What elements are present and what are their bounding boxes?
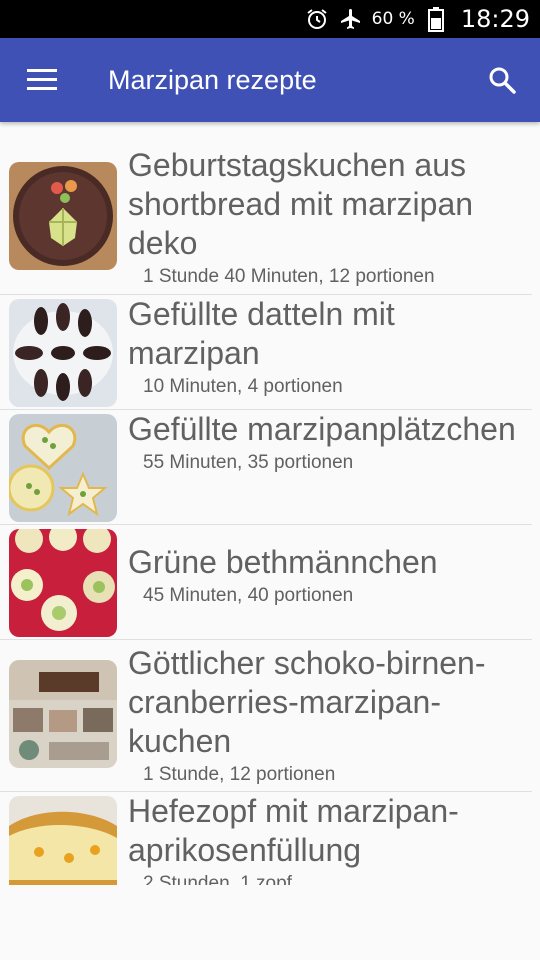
recipe-title: Grüne bethmännchen bbox=[128, 544, 438, 580]
recipe-item[interactable]: Grüne bethmännchen 45 Minuten, 40 portio… bbox=[0, 525, 532, 640]
recipe-title: Geburtstagskuchen aus shortbread mit mar… bbox=[128, 147, 474, 261]
battery-icon bbox=[423, 6, 449, 32]
app-title: Marzipan rezepte bbox=[108, 64, 317, 95]
recipe-meta: 1 Stunde 40 Minuten, 12 portionen bbox=[143, 266, 435, 287]
recipe-thumbnail bbox=[9, 660, 117, 768]
search-icon bbox=[489, 67, 516, 94]
recipe-title: Gefüllte datteln mit marzipan bbox=[128, 296, 395, 371]
recipe-meta: 2 Stunden, 1 zopf bbox=[143, 873, 292, 885]
recipe-item[interactable]: Gefüllte marzipanplätzchen 55 Minuten, 3… bbox=[0, 410, 532, 525]
recipe-list[interactable]: Geburtstagskuchen aus shortbread mit mar… bbox=[0, 122, 540, 885]
recipe-title: Gefüllte marzipanplätzchen bbox=[128, 411, 516, 447]
recipe-title: Göttlicher schoko-birnen-cranberries-mar… bbox=[128, 645, 486, 759]
recipe-title: Hefezopf mit marzipan-aprikosenfüllung bbox=[128, 793, 459, 868]
recipe-item[interactable]: Geburtstagskuchen aus shortbread mit mar… bbox=[0, 122, 532, 295]
clock: 18:29 bbox=[460, 5, 530, 33]
app-bar: Marzipan rezepte bbox=[0, 38, 540, 122]
recipe-thumbnail bbox=[9, 162, 117, 270]
menu-button[interactable] bbox=[0, 38, 84, 122]
alarm-icon bbox=[304, 6, 330, 32]
recipe-thumbnail bbox=[9, 529, 117, 637]
recipe-thumbnail bbox=[9, 796, 117, 885]
recipe-meta: 1 Stunde, 12 portionen bbox=[143, 764, 336, 785]
recipe-meta: 45 Minuten, 40 portionen bbox=[143, 585, 354, 606]
status-bar: 60 % 18:29 bbox=[0, 0, 540, 38]
recipe-item[interactable]: Gefüllte datteln mit marzipan 10 Minuten… bbox=[0, 295, 532, 410]
airplane-mode-icon bbox=[338, 6, 364, 32]
menu-icon bbox=[27, 69, 57, 90]
recipe-meta: 55 Minuten, 35 portionen bbox=[143, 452, 354, 473]
recipe-meta: 10 Minuten, 4 portionen bbox=[143, 376, 343, 397]
recipe-item[interactable]: Hefezopf mit marzipan-aprikosenfüllung 2… bbox=[0, 792, 532, 885]
search-button[interactable] bbox=[464, 38, 540, 122]
recipe-thumbnail bbox=[9, 414, 117, 522]
recipe-item[interactable]: Göttlicher schoko-birnen-cranberries-mar… bbox=[0, 640, 532, 792]
battery-percentage: 60 % bbox=[371, 9, 415, 29]
recipe-thumbnail bbox=[9, 299, 117, 407]
